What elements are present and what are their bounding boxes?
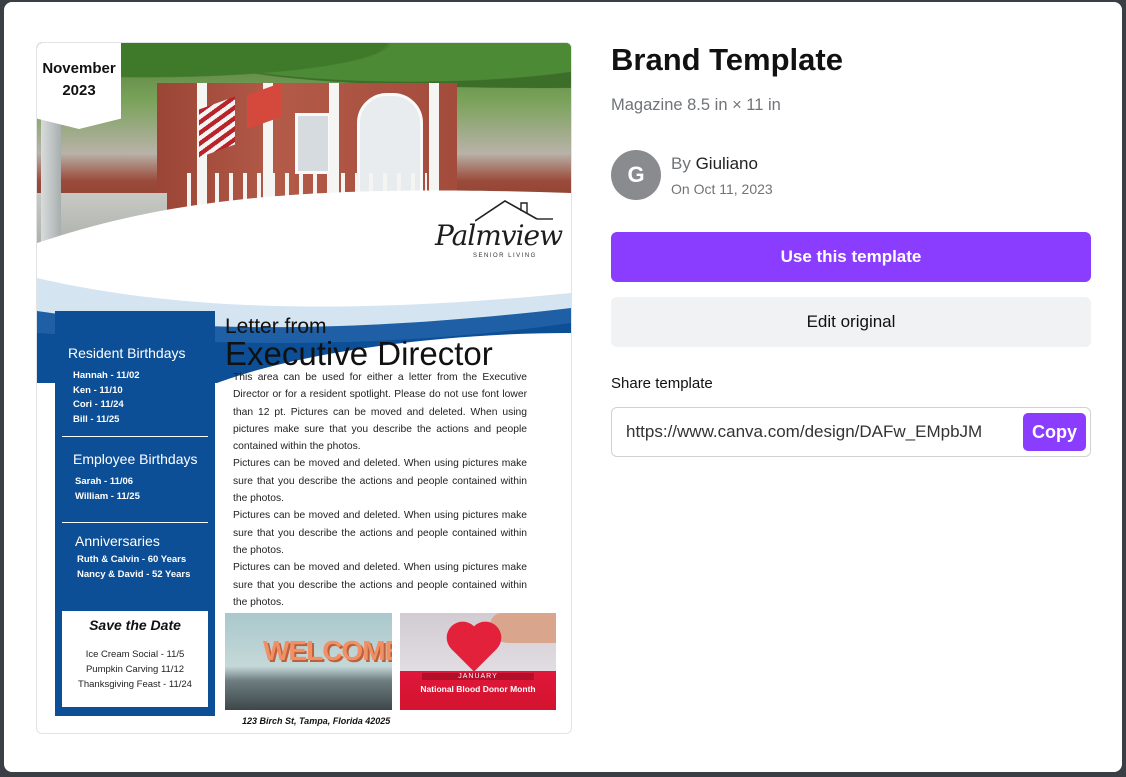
- badge-year: 2023: [62, 82, 96, 99]
- save-the-date-title: Save the Date: [89, 617, 181, 633]
- template-preview[interactable]: November 2023 Palmview SENIOR LIVING Res…: [36, 42, 572, 734]
- january-label: JANUARY: [422, 673, 534, 680]
- share-label: Share template: [611, 375, 713, 392]
- letter-body: This area can be used for either a lette…: [233, 369, 527, 611]
- by-prefix: By: [671, 154, 691, 173]
- share-link-box: Copy: [611, 407, 1091, 457]
- letter-heading-big: Executive Director: [225, 335, 493, 372]
- list-item: Sarah - 11/06: [75, 476, 134, 487]
- template-title: Brand Template: [611, 42, 843, 77]
- list-item: Cori - 11/24: [73, 399, 124, 410]
- share-url-input[interactable]: [626, 408, 1020, 456]
- date-badge: November 2023: [37, 43, 121, 129]
- use-template-button[interactable]: Use this template: [611, 232, 1091, 282]
- created-date: On Oct 11, 2023: [671, 181, 773, 197]
- list-item: William - 11/25: [75, 491, 140, 502]
- body-paragraph: Pictures can be moved and deleted. When …: [233, 510, 527, 556]
- event-item: Ice Cream Social - 11/5: [85, 649, 185, 660]
- heart-icon: [451, 626, 497, 672]
- author-line: By Giuliano: [671, 154, 758, 174]
- employee-birthdays-title: Employee Birthdays: [73, 451, 198, 467]
- author-name[interactable]: Giuliano: [696, 154, 758, 173]
- list-item: Nancy & David - 52 Years: [77, 569, 191, 580]
- welcome-photo: WELCOME: [225, 613, 392, 710]
- event-item: Pumpkin Carving 11/12: [85, 664, 185, 675]
- list-item: Ruth & Calvin - 60 Years: [77, 554, 187, 565]
- blood-donor-photo: JANUARY National Blood Donor Month: [400, 613, 556, 710]
- newsletter-sidebar: Resident Birthdays Hannah - 11/02 Ken - …: [55, 311, 215, 716]
- edit-original-button[interactable]: Edit original: [611, 297, 1091, 347]
- body-paragraph: Pictures can be moved and deleted. When …: [233, 458, 527, 505]
- badge-month: November: [42, 60, 116, 77]
- resident-birthdays-title: Resident Birthdays: [68, 345, 186, 361]
- logo-name: Palmview: [435, 219, 563, 252]
- blood-donor-caption: National Blood Donor Month: [420, 684, 536, 694]
- save-the-date-box: Save the Date Ice Cream Social - 11/5 Pu…: [62, 611, 208, 707]
- avatar[interactable]: G: [611, 150, 661, 200]
- template-size: Magazine 8.5 in × 11 in: [611, 96, 781, 114]
- body-paragraph: This area can be used for either a lette…: [233, 372, 527, 453]
- welcome-text: WELCOME: [263, 635, 392, 666]
- palmview-logo: Palmview SENIOR LIVING: [435, 199, 563, 269]
- divider: [62, 522, 208, 523]
- divider: [62, 436, 208, 437]
- list-item: Bill - 11/25: [73, 414, 120, 425]
- copy-button[interactable]: Copy: [1023, 413, 1086, 451]
- body-paragraph: Pictures can be moved and deleted. When …: [233, 562, 527, 608]
- event-item: Thanksgiving Feast - 11/24: [78, 679, 192, 690]
- list-item: Ken - 11/10: [73, 385, 123, 396]
- template-modal: November 2023 Palmview SENIOR LIVING Res…: [4, 2, 1122, 772]
- logo-subtitle: SENIOR LIVING: [473, 253, 537, 259]
- address-footer: 123 Birch St, Tampa, Florida 42025: [242, 716, 391, 726]
- anniversaries-title: Anniversaries: [75, 533, 160, 549]
- list-item: Hannah - 11/02: [73, 370, 140, 381]
